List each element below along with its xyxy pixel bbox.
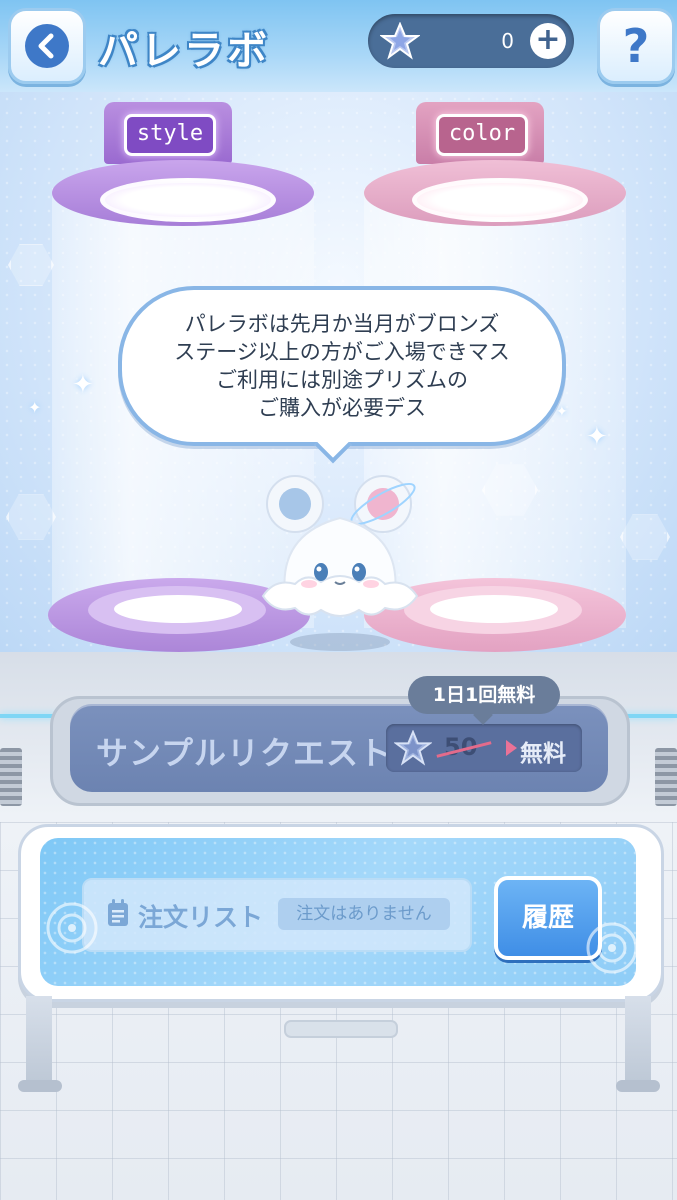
top-bar: パレラボ 0 + ? xyxy=(0,0,677,92)
style-sign: style xyxy=(124,114,216,156)
speech-line: ご利用には別途プリズムの xyxy=(216,368,468,392)
sparkle-icon: ✦ xyxy=(586,422,608,452)
add-prism-button[interactable]: + xyxy=(530,23,566,59)
sparkle-icon: ✦ xyxy=(72,370,94,400)
sparkle-icon: ✦ xyxy=(556,404,568,420)
discount-price: 無料 xyxy=(520,741,566,767)
free-once-daily-badge: 1日1回無料 xyxy=(408,676,560,714)
speech-line: ご購入が必要デス xyxy=(258,396,426,420)
question-icon: ? xyxy=(622,19,650,73)
target-decoration-icon xyxy=(584,920,640,980)
order-status: 注文はありません xyxy=(278,898,450,930)
color-sign: color xyxy=(436,114,528,156)
page-title: パレラボ xyxy=(98,28,270,74)
counter-base xyxy=(284,1020,398,1038)
prism-count: 0 xyxy=(501,29,514,53)
price-box: 50 無料 xyxy=(386,724,582,772)
speech-line: パレラボは先月か当月がブロンズ xyxy=(184,312,500,336)
arrow-right-icon xyxy=(506,740,517,756)
back-button[interactable] xyxy=(8,8,86,84)
mascot-character[interactable] xyxy=(255,474,425,658)
help-button[interactable]: ? xyxy=(597,8,675,84)
prism-star-icon xyxy=(393,729,433,770)
counter-leg xyxy=(26,996,52,1088)
speech-bubble: パレラボは先月か当月がブロンズ ステージ以上の方がご入場できマス ご利用には別途… xyxy=(118,286,566,446)
sparkle-icon: ✦ xyxy=(28,398,42,417)
wall-vent xyxy=(0,748,22,806)
wall-vent xyxy=(655,748,677,806)
chevron-left-icon xyxy=(25,24,69,68)
prism-balance: 0 + xyxy=(368,14,574,68)
speech-line: ステージ以上の方がご入場できマス xyxy=(174,340,510,364)
order-list-title: 注文リスト xyxy=(138,903,264,932)
sample-request-label: サンプルリクエスト xyxy=(96,734,393,772)
style-light xyxy=(100,178,276,222)
prism-star-icon xyxy=(378,21,422,64)
notepad-icon xyxy=(106,898,130,932)
counter-leg xyxy=(625,996,651,1088)
target-decoration-icon xyxy=(44,900,100,960)
paralabo-screen: パレラボ 0 + ? style color ✦ ✦ ✦ ✦ パレラボは先月か当… xyxy=(0,0,677,1200)
